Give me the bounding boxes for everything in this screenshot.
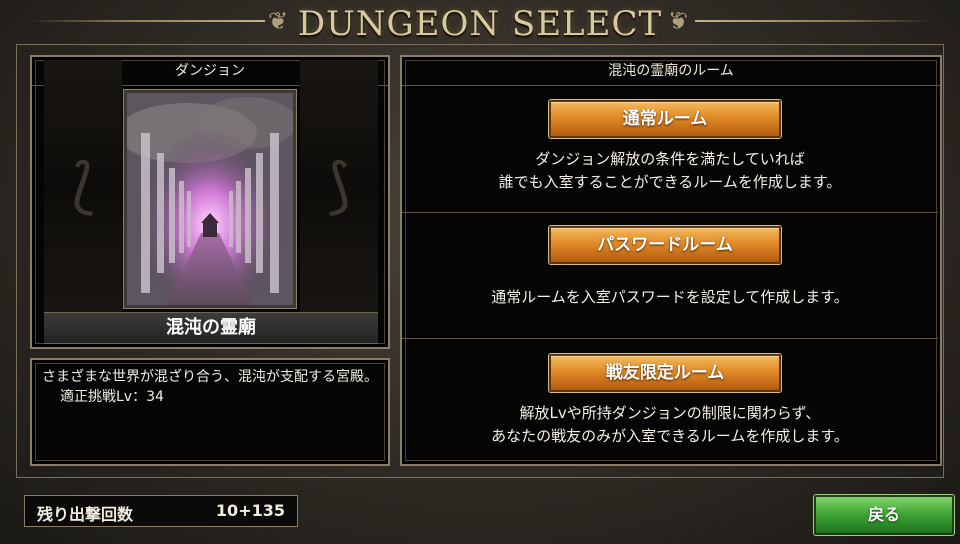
password-room-description: 通常ルームを入室パスワードを設定して作成します。: [402, 286, 938, 309]
password-room-desc-line1: 通常ルームを入室パスワードを設定して作成します。: [491, 288, 849, 306]
sortie-counter: 残り出撃回数 10+135: [24, 495, 298, 527]
room-panel-header: 混沌の霊廟のルーム: [402, 57, 940, 86]
back-button[interactable]: 戻る: [814, 495, 954, 535]
normal-room-desc-line1: ダンジョン解放の条件を満たしていれば: [535, 150, 805, 168]
mausoleum-illustration: [127, 93, 293, 305]
comrade-room-desc-line2: あなたの戦友のみが入室できるルームを作成します。: [491, 427, 849, 445]
scroll-left: ⟅: [44, 60, 122, 312]
scroll-right: ⟆: [300, 60, 378, 312]
password-room-button[interactable]: パスワードルーム: [549, 226, 781, 264]
sortie-label: 残り出撃回数: [37, 505, 134, 524]
normal-room-description: ダンジョン解放の条件を満たしていれば 誰でも入室することができるルームを作成しま…: [402, 148, 938, 194]
description-text: さまざまな世界が混ざり合う、混沌が支配する宮殿。: [42, 369, 378, 385]
comrade-room-description: 解放Lvや所持ダンジョンの制限に関わらず、 あなたの戦友のみが入室できるルームを…: [402, 402, 938, 448]
normal-room-button[interactable]: 通常ルーム: [549, 100, 781, 138]
recommended-level: 適正挑戦Lv：34: [60, 389, 164, 405]
room-section-normal: 通常ルーム ダンジョン解放の条件を満たしていれば 誰でも入室することができるルー…: [402, 86, 938, 213]
dungeon-name: 混沌の霊廟: [44, 312, 378, 344]
comrade-room-desc-line1: 解放Lvや所持ダンジョンの制限に関わらず、: [519, 404, 821, 422]
page-title: DUNGEON SELECT: [297, 4, 663, 44]
comrade-room-button[interactable]: 戦友限定ルーム: [549, 354, 781, 392]
sortie-value: 10+135: [215, 501, 285, 520]
normal-room-desc-line2: 誰でも入室することができるルームを作成します。: [498, 173, 842, 191]
room-section-comrade: 戦友限定ルーム 解放Lvや所持ダンジョンの制限に関わらず、 あなたの戦友のみが入…: [402, 338, 938, 464]
room-section-password: パスワードルーム 通常ルームを入室パスワードを設定して作成します。: [402, 212, 938, 339]
title-bar: ❦ ❦ DUNGEON SELECT: [0, 0, 960, 44]
dungeon-image[interactable]: [124, 90, 296, 308]
dungeon-description: さまざまな世界が混ざり合う、混沌が支配する宮殿。 適正挑戦Lv：34: [42, 367, 382, 407]
